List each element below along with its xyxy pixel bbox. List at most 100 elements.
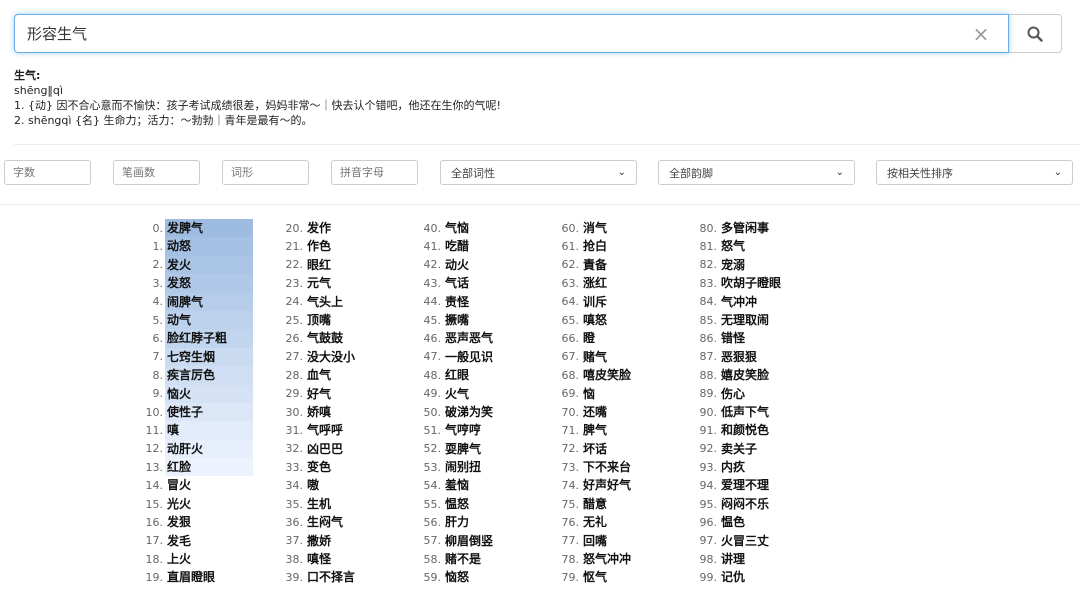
result-word[interactable]: 破涕为笑	[443, 403, 493, 421]
result-word[interactable]: 嗷	[305, 476, 319, 494]
result-word[interactable]: 卖关子	[719, 440, 757, 458]
result-word[interactable]: 生机	[305, 495, 331, 513]
result-word[interactable]: 气呼呼	[305, 421, 343, 439]
result-word[interactable]: 消气	[581, 219, 607, 237]
result-word[interactable]: 爱理不理	[719, 476, 769, 494]
search-input[interactable]	[25, 23, 970, 44]
clear-icon[interactable]: ×	[970, 23, 992, 45]
result-word[interactable]: 火冒三丈	[719, 532, 769, 550]
result-word[interactable]: 抢白	[581, 237, 607, 255]
search-button[interactable]	[1009, 14, 1062, 53]
result-word[interactable]: 嗔怒	[581, 311, 607, 329]
result-word[interactable]: 训斥	[581, 293, 607, 311]
pos-select[interactable]: 全部词性 ⌄	[440, 160, 637, 185]
result-word[interactable]: 闹脾气	[165, 292, 253, 311]
result-word[interactable]: 好气	[305, 385, 331, 403]
word-form-input[interactable]	[222, 160, 309, 185]
result-word[interactable]: 和颜悦色	[719, 421, 769, 439]
result-word[interactable]: 七窍生烟	[165, 347, 253, 367]
result-word[interactable]: 坏话	[581, 440, 607, 458]
result-word[interactable]: 发怒	[165, 274, 253, 293]
result-word[interactable]: 羞恼	[443, 476, 469, 494]
result-word[interactable]: 嬉皮笑脸	[719, 366, 769, 384]
result-word[interactable]: 没大没小	[305, 348, 355, 366]
result-word[interactable]: 醋意	[581, 495, 607, 513]
sort-select[interactable]: 按相关性排序 ⌄	[876, 160, 1073, 185]
result-word[interactable]: 脾气	[581, 421, 607, 439]
result-word[interactable]: 无礼	[581, 513, 607, 531]
result-word[interactable]: 恼	[581, 385, 595, 403]
result-word[interactable]: 气鼓鼓	[305, 329, 343, 347]
result-word[interactable]: 瞪	[581, 329, 595, 347]
result-word[interactable]: 疾言厉色	[165, 366, 253, 385]
result-word[interactable]: 凶巴巴	[305, 440, 343, 458]
search-box[interactable]: ×	[14, 14, 1009, 53]
result-word[interactable]: 伤心	[719, 385, 745, 403]
result-word[interactable]: 肝力	[443, 513, 469, 531]
result-word[interactable]: 红脸	[165, 458, 253, 477]
result-word[interactable]: 气冲冲	[719, 293, 757, 311]
result-word[interactable]: 错怪	[719, 329, 745, 347]
result-word[interactable]: 使性子	[165, 402, 253, 422]
result-word[interactable]: 娇嗔	[305, 403, 331, 421]
result-word[interactable]: 动气	[165, 310, 253, 330]
result-word[interactable]: 气哼哼	[443, 421, 481, 439]
result-word[interactable]: 責备	[581, 256, 607, 274]
result-word[interactable]: 发火	[165, 255, 253, 275]
result-word[interactable]: 口不择言	[305, 568, 355, 586]
result-word[interactable]: 顶嘴	[305, 311, 331, 329]
result-word[interactable]: 发脾气	[165, 219, 253, 238]
result-word[interactable]: 冒火	[165, 476, 191, 494]
result-word[interactable]: 作色	[305, 237, 331, 255]
result-word[interactable]: 赌气	[581, 348, 607, 366]
result-word[interactable]: 上火	[165, 550, 191, 568]
result-word[interactable]: 涨红	[581, 274, 607, 292]
result-word[interactable]: 红眼	[443, 366, 469, 384]
result-word[interactable]: 嘻皮笑脸	[581, 366, 631, 384]
result-word[interactable]: 宠溺	[719, 256, 745, 274]
result-word[interactable]: 撒娇	[305, 532, 331, 550]
result-word[interactable]: 脸红脖子粗	[165, 329, 253, 348]
result-word[interactable]: 直眉瞪眼	[165, 568, 215, 586]
result-word[interactable]: 责怪	[443, 293, 469, 311]
result-word[interactable]: 讲理	[719, 550, 745, 568]
result-word[interactable]: 吃醋	[443, 237, 469, 255]
result-word[interactable]: 发作	[305, 219, 331, 237]
result-word[interactable]: 记仇	[719, 568, 745, 586]
result-word[interactable]: 动怒	[165, 237, 253, 256]
result-word[interactable]: 回嘴	[581, 532, 607, 550]
pinyin-initials-input[interactable]	[331, 160, 418, 185]
result-word[interactable]: 变色	[305, 458, 331, 476]
result-word[interactable]: 发毛	[165, 532, 191, 550]
result-word[interactable]: 动火	[443, 256, 469, 274]
result-word[interactable]: 一般见识	[443, 348, 493, 366]
result-word[interactable]: 动肝火	[165, 439, 253, 459]
result-word[interactable]: 低声下气	[719, 403, 769, 421]
result-word[interactable]: 嗔怪	[305, 550, 331, 568]
result-word[interactable]: 还嘴	[581, 403, 607, 421]
result-word[interactable]: 闹别扭	[443, 458, 481, 476]
result-word[interactable]: 恼怒	[443, 568, 469, 586]
result-word[interactable]: 眼红	[305, 256, 331, 274]
result-word[interactable]: 无理取闹	[719, 311, 769, 329]
result-word[interactable]: 怄气	[581, 568, 607, 586]
rhyme-select[interactable]: 全部韵脚 ⌄	[658, 160, 855, 185]
result-word[interactable]: 气话	[443, 274, 469, 292]
stroke-count-input[interactable]	[113, 160, 200, 185]
result-word[interactable]: 赌不是	[443, 550, 481, 568]
result-word[interactable]: 恶声恶气	[443, 329, 493, 347]
char-count-input[interactable]	[4, 160, 91, 185]
result-word[interactable]: 内疚	[719, 458, 745, 476]
result-word[interactable]: 吹胡子瞪眼	[719, 274, 781, 292]
result-word[interactable]: 柳眉倒竖	[443, 532, 493, 550]
result-word[interactable]: 耍脾气	[443, 440, 481, 458]
result-word[interactable]: 恶狠狠	[719, 348, 757, 366]
result-word[interactable]: 血气	[305, 366, 331, 384]
result-word[interactable]: 气头上	[305, 293, 343, 311]
result-word[interactable]: 愠怒	[443, 495, 469, 513]
result-word[interactable]: 发狠	[165, 513, 191, 531]
result-word[interactable]: 闷闷不乐	[719, 495, 769, 513]
result-word[interactable]: 元气	[305, 274, 331, 292]
result-word[interactable]: 光火	[165, 495, 191, 513]
result-word[interactable]: 撅嘴	[443, 311, 469, 329]
